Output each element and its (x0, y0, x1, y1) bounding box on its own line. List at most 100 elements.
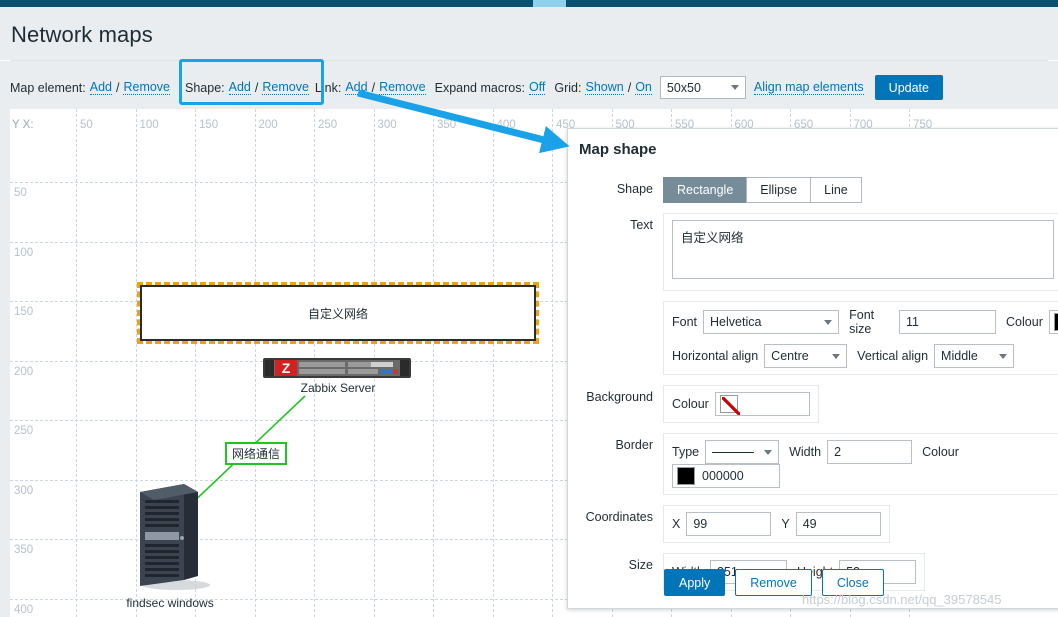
border-colour-label: Colour (922, 445, 959, 459)
font-colour-label: Colour (1006, 315, 1043, 329)
font-colour-field[interactable] (1048, 310, 1058, 334)
border-colour-swatch[interactable] (677, 467, 695, 485)
shape-field-label: Shape (616, 182, 653, 196)
vertical-align-select[interactable]: Middle (934, 344, 1015, 368)
shape-label: Shape: (185, 80, 225, 95)
border-type-select[interactable] (705, 440, 780, 464)
background-field-body: Colour (663, 385, 819, 423)
findsec-windows-node[interactable] (132, 480, 210, 597)
border-width-label: Width (789, 445, 822, 459)
grid-shown-toggle[interactable]: Shown (585, 80, 624, 95)
map-editor-toolbar: Map element: Add / Remove Shape: Add / R… (0, 61, 1058, 109)
top-navigation-bar (0, 0, 1058, 7)
remove-button[interactable]: Remove (735, 569, 812, 596)
toolbar-row: Map element: Add / Remove Shape: Add / R… (10, 75, 943, 100)
network-maps-page: Network maps Map element: Add / Remove S… (0, 0, 1058, 617)
coordinate-y-input[interactable] (795, 512, 881, 536)
update-button[interactable]: Update (874, 75, 943, 100)
map-element-remove-link[interactable]: Remove (123, 80, 171, 95)
grid-on-toggle[interactable]: On (635, 80, 652, 95)
vertical-align-label: Vertical align (857, 349, 929, 363)
coordinate-x-input[interactable] (686, 512, 772, 536)
chevron-down-icon (730, 85, 739, 90)
shape-type-line-button[interactable]: Line (810, 177, 862, 203)
chevron-down-icon (999, 353, 1008, 359)
link-add-link[interactable]: Add (345, 80, 368, 95)
border-width-input[interactable] (827, 440, 913, 464)
font-size-label: Font size (849, 308, 875, 336)
background-field-label: Background (586, 390, 653, 404)
page-title: Network maps (11, 22, 153, 47)
border-type-label: Type (672, 445, 700, 459)
shape-add-link[interactable]: Add (228, 80, 251, 95)
font-size-input[interactable] (899, 310, 997, 334)
grid-label: Grid: (554, 80, 582, 95)
coordinates-field-label: Coordinates (585, 510, 653, 524)
canvas-left-rail (0, 109, 10, 617)
map-shape-dialog[interactable]: Map shape Shape Rectangle Ellipse Line T… (567, 128, 1058, 609)
map-shape-form: Shape Rectangle Ellipse Line Text 自定义网络 … (568, 177, 1058, 601)
font-family-select[interactable]: Helvetica (703, 310, 840, 334)
chevron-down-icon (764, 449, 773, 455)
background-row: Background Colour (568, 385, 1058, 423)
dialog-title: Map shape (579, 141, 657, 158)
shape-type-ellipse-button[interactable]: Ellipse (746, 177, 811, 203)
horizontal-align-select[interactable]: Centre (764, 344, 848, 368)
text-field-label: Text (630, 218, 653, 232)
separator: / (115, 80, 120, 95)
shape-controls-group: Shape: Add / Remove (179, 80, 315, 95)
text-row: Text (568, 213, 1058, 291)
page-header: Network maps (0, 7, 1058, 60)
text-field-body (663, 213, 1058, 291)
border-row: Border Type Width Colour 000000 (568, 433, 1058, 495)
map-link-label[interactable]: 网络通信 (225, 442, 288, 465)
background-colour-swatch-empty[interactable] (719, 395, 740, 415)
text-field-wrapper (663, 213, 1058, 291)
vertical-align-value: Middle (941, 349, 978, 363)
apply-button[interactable]: Apply (664, 569, 726, 596)
border-field-body: Type Width Colour 000000 (663, 433, 1058, 495)
shape-text-input[interactable] (672, 220, 1054, 279)
size-field-label: Size (628, 558, 653, 572)
border-colour-field[interactable]: 000000 (672, 464, 780, 488)
font-label: Font (672, 315, 698, 329)
horizontal-align-value: Centre (771, 349, 809, 363)
expand-macros-toggle[interactable]: Off (528, 80, 546, 95)
coordinate-y-label: Y (781, 517, 790, 531)
font-colour-swatch[interactable] (1053, 313, 1058, 331)
coordinates-field-body: X Y (663, 505, 890, 543)
shape-type-rectangle-button[interactable]: Rectangle (663, 177, 747, 203)
solid-line-icon (712, 451, 755, 453)
svg-text:Z: Z (282, 360, 291, 376)
font-row: Font Helvetica Font size Colour H (568, 301, 1058, 375)
chevron-down-icon (832, 353, 841, 359)
map-element-add-link[interactable]: Add (89, 80, 112, 95)
close-button[interactable]: Close (821, 569, 884, 596)
separator: / (254, 80, 259, 95)
horizontal-align-label: Horizontal align (672, 349, 759, 363)
map-element-label: Map element: (10, 80, 86, 95)
active-tab-indicator (533, 0, 566, 7)
expand-macros-label: Expand macros: (434, 80, 525, 95)
grid-size-value: 50x50 (666, 80, 701, 95)
background-colour-label: Colour (672, 397, 709, 411)
border-colour-value: 000000 (702, 469, 744, 483)
separator: / (627, 80, 632, 95)
coordinate-x-label: X (672, 517, 681, 531)
shape-row: Shape Rectangle Ellipse Line (568, 177, 1058, 203)
zabbix-server-node-label: Zabbix Server (300, 381, 376, 395)
axis-corner-label: Y X: (12, 119, 34, 131)
map-shape-text: 自定义网络 (307, 306, 368, 321)
separator: / (371, 80, 376, 95)
align-map-elements-link[interactable]: Align map elements (753, 80, 864, 95)
font-family-value: Helvetica (710, 315, 762, 329)
link-remove-link[interactable]: Remove (379, 80, 426, 95)
grid-size-select[interactable]: 50x50 (659, 76, 746, 99)
rack-server-icon: Z (263, 358, 411, 378)
font-row-label-spacer (568, 301, 663, 306)
map-shape-rectangle[interactable]: 自定义网络 (140, 285, 536, 341)
shape-type-button-group: Rectangle Ellipse Line (663, 177, 862, 203)
chevron-down-icon (824, 319, 833, 325)
background-colour-field[interactable] (714, 392, 810, 416)
shape-remove-link[interactable]: Remove (262, 80, 309, 95)
